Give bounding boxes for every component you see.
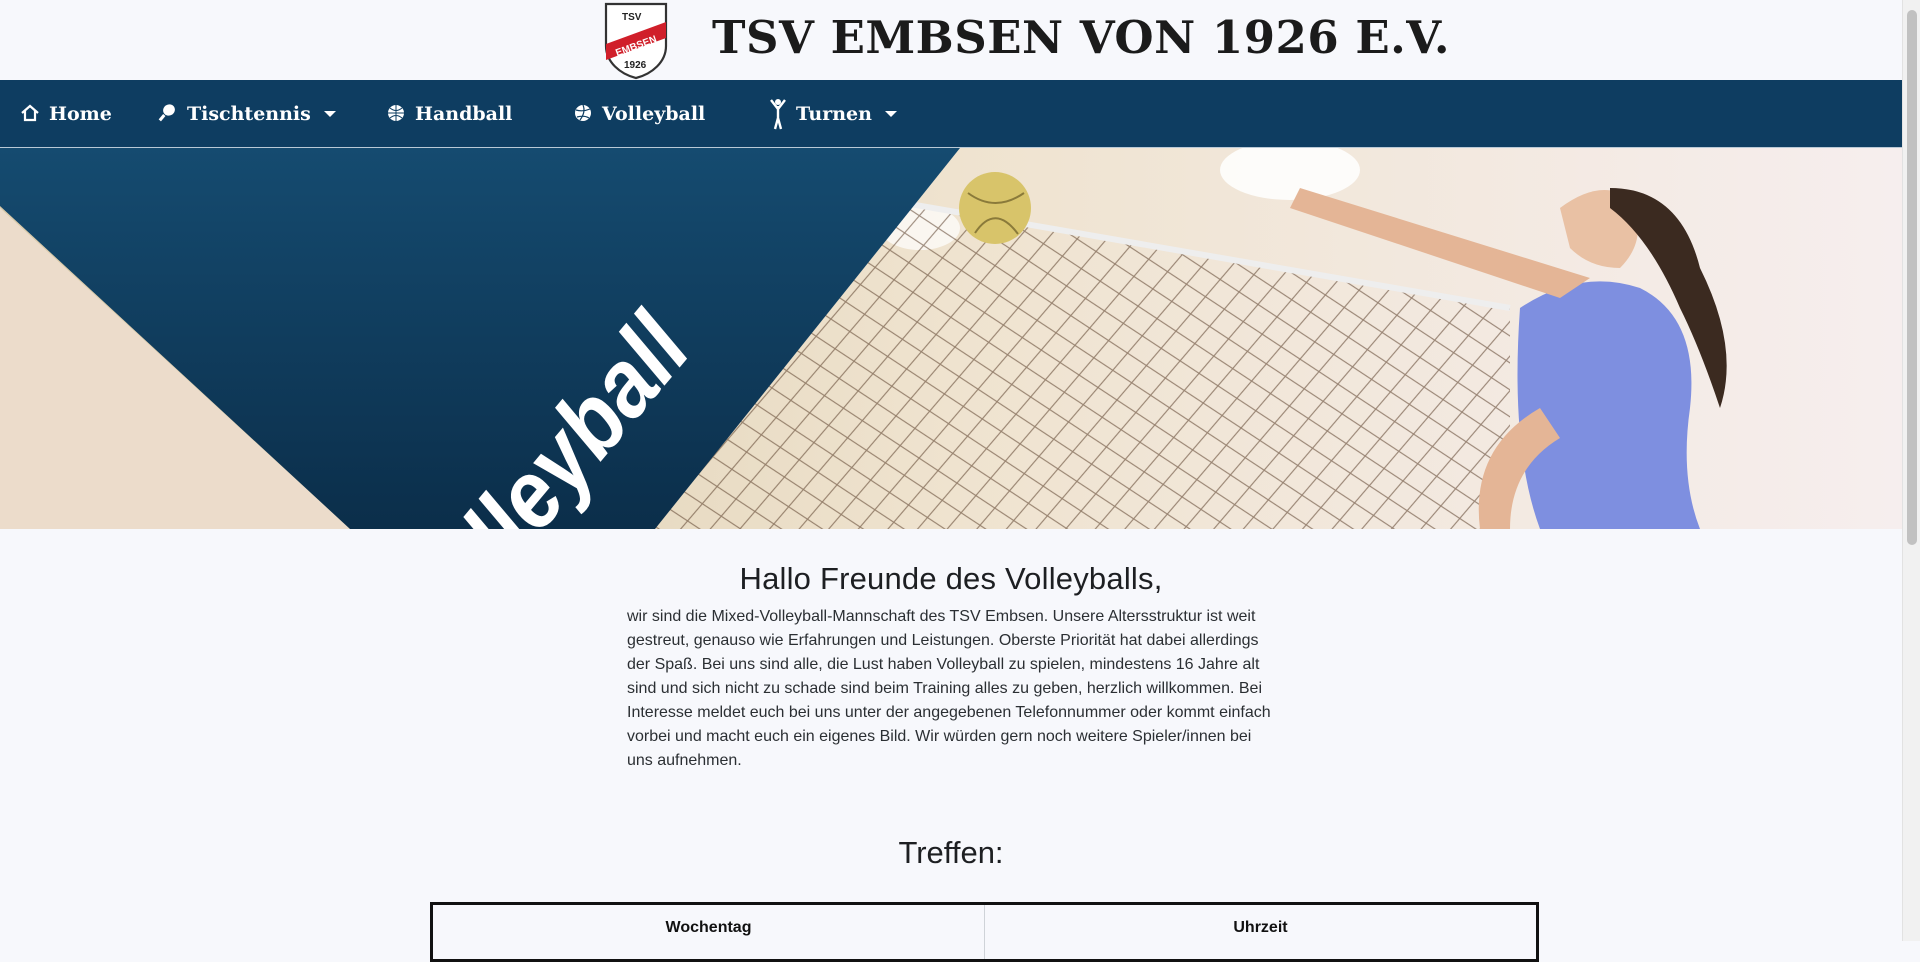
site-header: TSV EMBSEN 1926 TSV EMBSEN VON 1926 E.V. (0, 0, 1920, 80)
site-title: TSV EMBSEN VON 1926 E.V. (712, 11, 1451, 64)
nav-item-tischtennis[interactable]: Tischtennis (158, 80, 336, 148)
meeting-table: Wochentag Uhrzeit (430, 902, 1539, 962)
nav-item-home[interactable]: Home (20, 80, 112, 148)
nav-item-handball[interactable]: Handball (386, 80, 512, 148)
club-logo[interactable]: TSV EMBSEN 1926 (600, 0, 672, 80)
logo-top-text: TSV (622, 12, 642, 23)
logo-year: 1926 (624, 60, 647, 71)
nav-item-volleyball[interactable]: Volleyball (573, 80, 705, 148)
nav-label-home: Home (49, 103, 112, 125)
chevron-down-icon (884, 111, 897, 117)
main-content: Hallo Freunde des Volleyballs, wir sind … (0, 529, 1920, 871)
gymnast-icon (767, 98, 789, 130)
nav-label-volleyball: Volleyball (602, 103, 706, 125)
chevron-down-icon (323, 111, 336, 117)
nav-item-turnen[interactable]: Turnen (767, 80, 897, 148)
hero-banner: Volleyball (0, 148, 1902, 529)
nav-label-handball: Handball (415, 103, 513, 125)
nav-label-turnen: Turnen (796, 103, 872, 125)
page-scrollbar[interactable] (1902, 0, 1920, 941)
house-icon (20, 103, 42, 125)
meetings-heading: Treffen: (898, 835, 1004, 870)
handball-icon (386, 103, 408, 125)
intro-heading: Hallo Freunde des Volleyballs, (739, 561, 1163, 596)
table-tennis-paddle-icon (158, 103, 180, 125)
ball-graphic (959, 172, 1031, 244)
nav-label-tischtennis: Tischtennis (187, 103, 311, 125)
intro-section: Hallo Freunde des Volleyballs, wir sind … (627, 529, 1275, 773)
volleyball-icon (573, 103, 595, 125)
table-header-time: Uhrzeit (984, 905, 1536, 959)
table-header-weekday: Wochentag (665, 919, 752, 936)
scrollbar-thumb[interactable] (1907, 10, 1917, 545)
main-navigation: Home Tischtennis Handball Volleyball Tur… (0, 80, 1902, 148)
hero-image: Volleyball (0, 148, 1902, 529)
intro-text: wir sind die Mixed-Volleyball-Mannschaft… (627, 608, 1271, 769)
